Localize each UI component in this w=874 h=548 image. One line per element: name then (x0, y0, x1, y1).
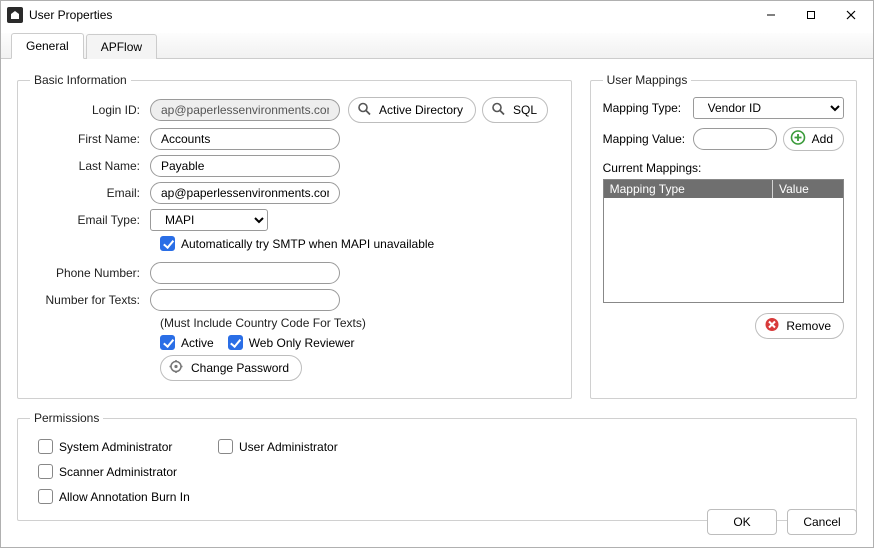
gear-icon (169, 360, 183, 377)
phone-number-label: Phone Number: (30, 266, 150, 280)
mapping-value-input[interactable] (693, 128, 777, 150)
search-icon (491, 102, 505, 119)
user-administrator-checkbox[interactable]: User Administrator (218, 439, 418, 454)
allow-annotation-burn-in-label: Allow Annotation Burn In (59, 490, 190, 504)
change-password-label: Change Password (191, 361, 289, 375)
basic-information-group: Basic Information Login ID: Active Direc… (17, 73, 572, 399)
mapping-value-label: Mapping Value: (603, 132, 693, 146)
current-mappings-table[interactable]: Mapping Type Value (603, 179, 844, 303)
web-only-label: Web Only Reviewer (249, 336, 355, 350)
smtp-fallback-checkbox[interactable]: Automatically try SMTP when MAPI unavail… (160, 236, 434, 251)
allow-annotation-burn-in-checkbox[interactable]: Allow Annotation Burn In (38, 489, 218, 504)
permissions-group: Permissions System Administrator User Ad… (17, 411, 857, 521)
login-id-input (150, 99, 340, 121)
active-label: Active (181, 336, 214, 350)
active-directory-label: Active Directory (379, 103, 463, 117)
col-mapping-type: Mapping Type (604, 180, 773, 198)
basic-information-legend: Basic Information (30, 73, 131, 87)
maximize-button[interactable] (791, 1, 831, 29)
texts-number-label: Number for Texts: (30, 293, 150, 307)
minimize-button[interactable] (751, 1, 791, 29)
last-name-input[interactable] (150, 155, 340, 177)
title-bar: User Properties (1, 1, 873, 29)
sql-button[interactable]: SQL (482, 97, 548, 123)
checkbox-icon (160, 335, 175, 350)
table-header: Mapping Type Value (604, 180, 843, 198)
email-label: Email: (30, 186, 150, 200)
user-administrator-label: User Administrator (239, 440, 338, 454)
current-mappings-label: Current Mappings: (603, 161, 844, 175)
email-type-label: Email Type: (30, 213, 150, 227)
scanner-administrator-label: Scanner Administrator (59, 465, 177, 479)
login-id-label: Login ID: (30, 103, 150, 117)
tab-label: General (26, 39, 69, 53)
tab-general[interactable]: General (11, 33, 84, 59)
checkbox-icon (38, 439, 53, 454)
first-name-label: First Name: (30, 132, 150, 146)
user-mappings-legend: User Mappings (603, 73, 692, 87)
web-only-reviewer-checkbox[interactable]: Web Only Reviewer (228, 335, 355, 350)
remove-label: Remove (786, 319, 831, 333)
ok-label: OK (733, 515, 750, 529)
close-button[interactable] (831, 1, 871, 29)
system-administrator-checkbox[interactable]: System Administrator (38, 439, 218, 454)
email-input[interactable] (150, 182, 340, 204)
active-directory-button[interactable]: Active Directory (348, 97, 476, 123)
sql-label: SQL (513, 103, 537, 117)
checkbox-icon (160, 236, 175, 251)
phone-number-input[interactable] (150, 262, 340, 284)
ok-button[interactable]: OK (707, 509, 777, 535)
remove-icon (764, 317, 780, 336)
col-value: Value (773, 180, 843, 198)
active-checkbox[interactable]: Active (160, 335, 214, 350)
tab-label: APFlow (101, 40, 142, 54)
add-label: Add (812, 132, 833, 146)
first-name-input[interactable] (150, 128, 340, 150)
checkbox-icon (38, 464, 53, 479)
window-title: User Properties (29, 8, 112, 22)
mapping-type-label: Mapping Type: (603, 101, 693, 115)
cancel-button[interactable]: Cancel (787, 509, 857, 535)
email-type-select[interactable]: MAPI (150, 209, 268, 231)
tab-strip: General APFlow (1, 33, 873, 59)
user-mappings-group: User Mappings Mapping Type: Vendor ID Ma… (590, 73, 857, 399)
mapping-type-select[interactable]: Vendor ID (693, 97, 844, 119)
permissions-legend: Permissions (30, 411, 103, 425)
last-name-label: Last Name: (30, 159, 150, 173)
search-icon (357, 102, 371, 119)
scanner-administrator-checkbox[interactable]: Scanner Administrator (38, 464, 218, 479)
checkbox-icon (218, 439, 233, 454)
checkbox-icon (38, 489, 53, 504)
add-icon (790, 130, 806, 149)
cancel-label: Cancel (803, 515, 840, 529)
add-mapping-button[interactable]: Add (783, 127, 844, 151)
system-administrator-label: System Administrator (59, 440, 172, 454)
change-password-button[interactable]: Change Password (160, 355, 302, 381)
tab-apflow[interactable]: APFlow (86, 34, 157, 59)
checkbox-icon (228, 335, 243, 350)
smtp-fallback-label: Automatically try SMTP when MAPI unavail… (181, 237, 434, 251)
dialog-footer: OK Cancel (707, 509, 857, 535)
remove-mapping-button[interactable]: Remove (755, 313, 844, 339)
texts-hint: (Must Include Country Code For Texts) (160, 316, 366, 330)
app-icon (7, 7, 23, 23)
texts-number-input[interactable] (150, 289, 340, 311)
